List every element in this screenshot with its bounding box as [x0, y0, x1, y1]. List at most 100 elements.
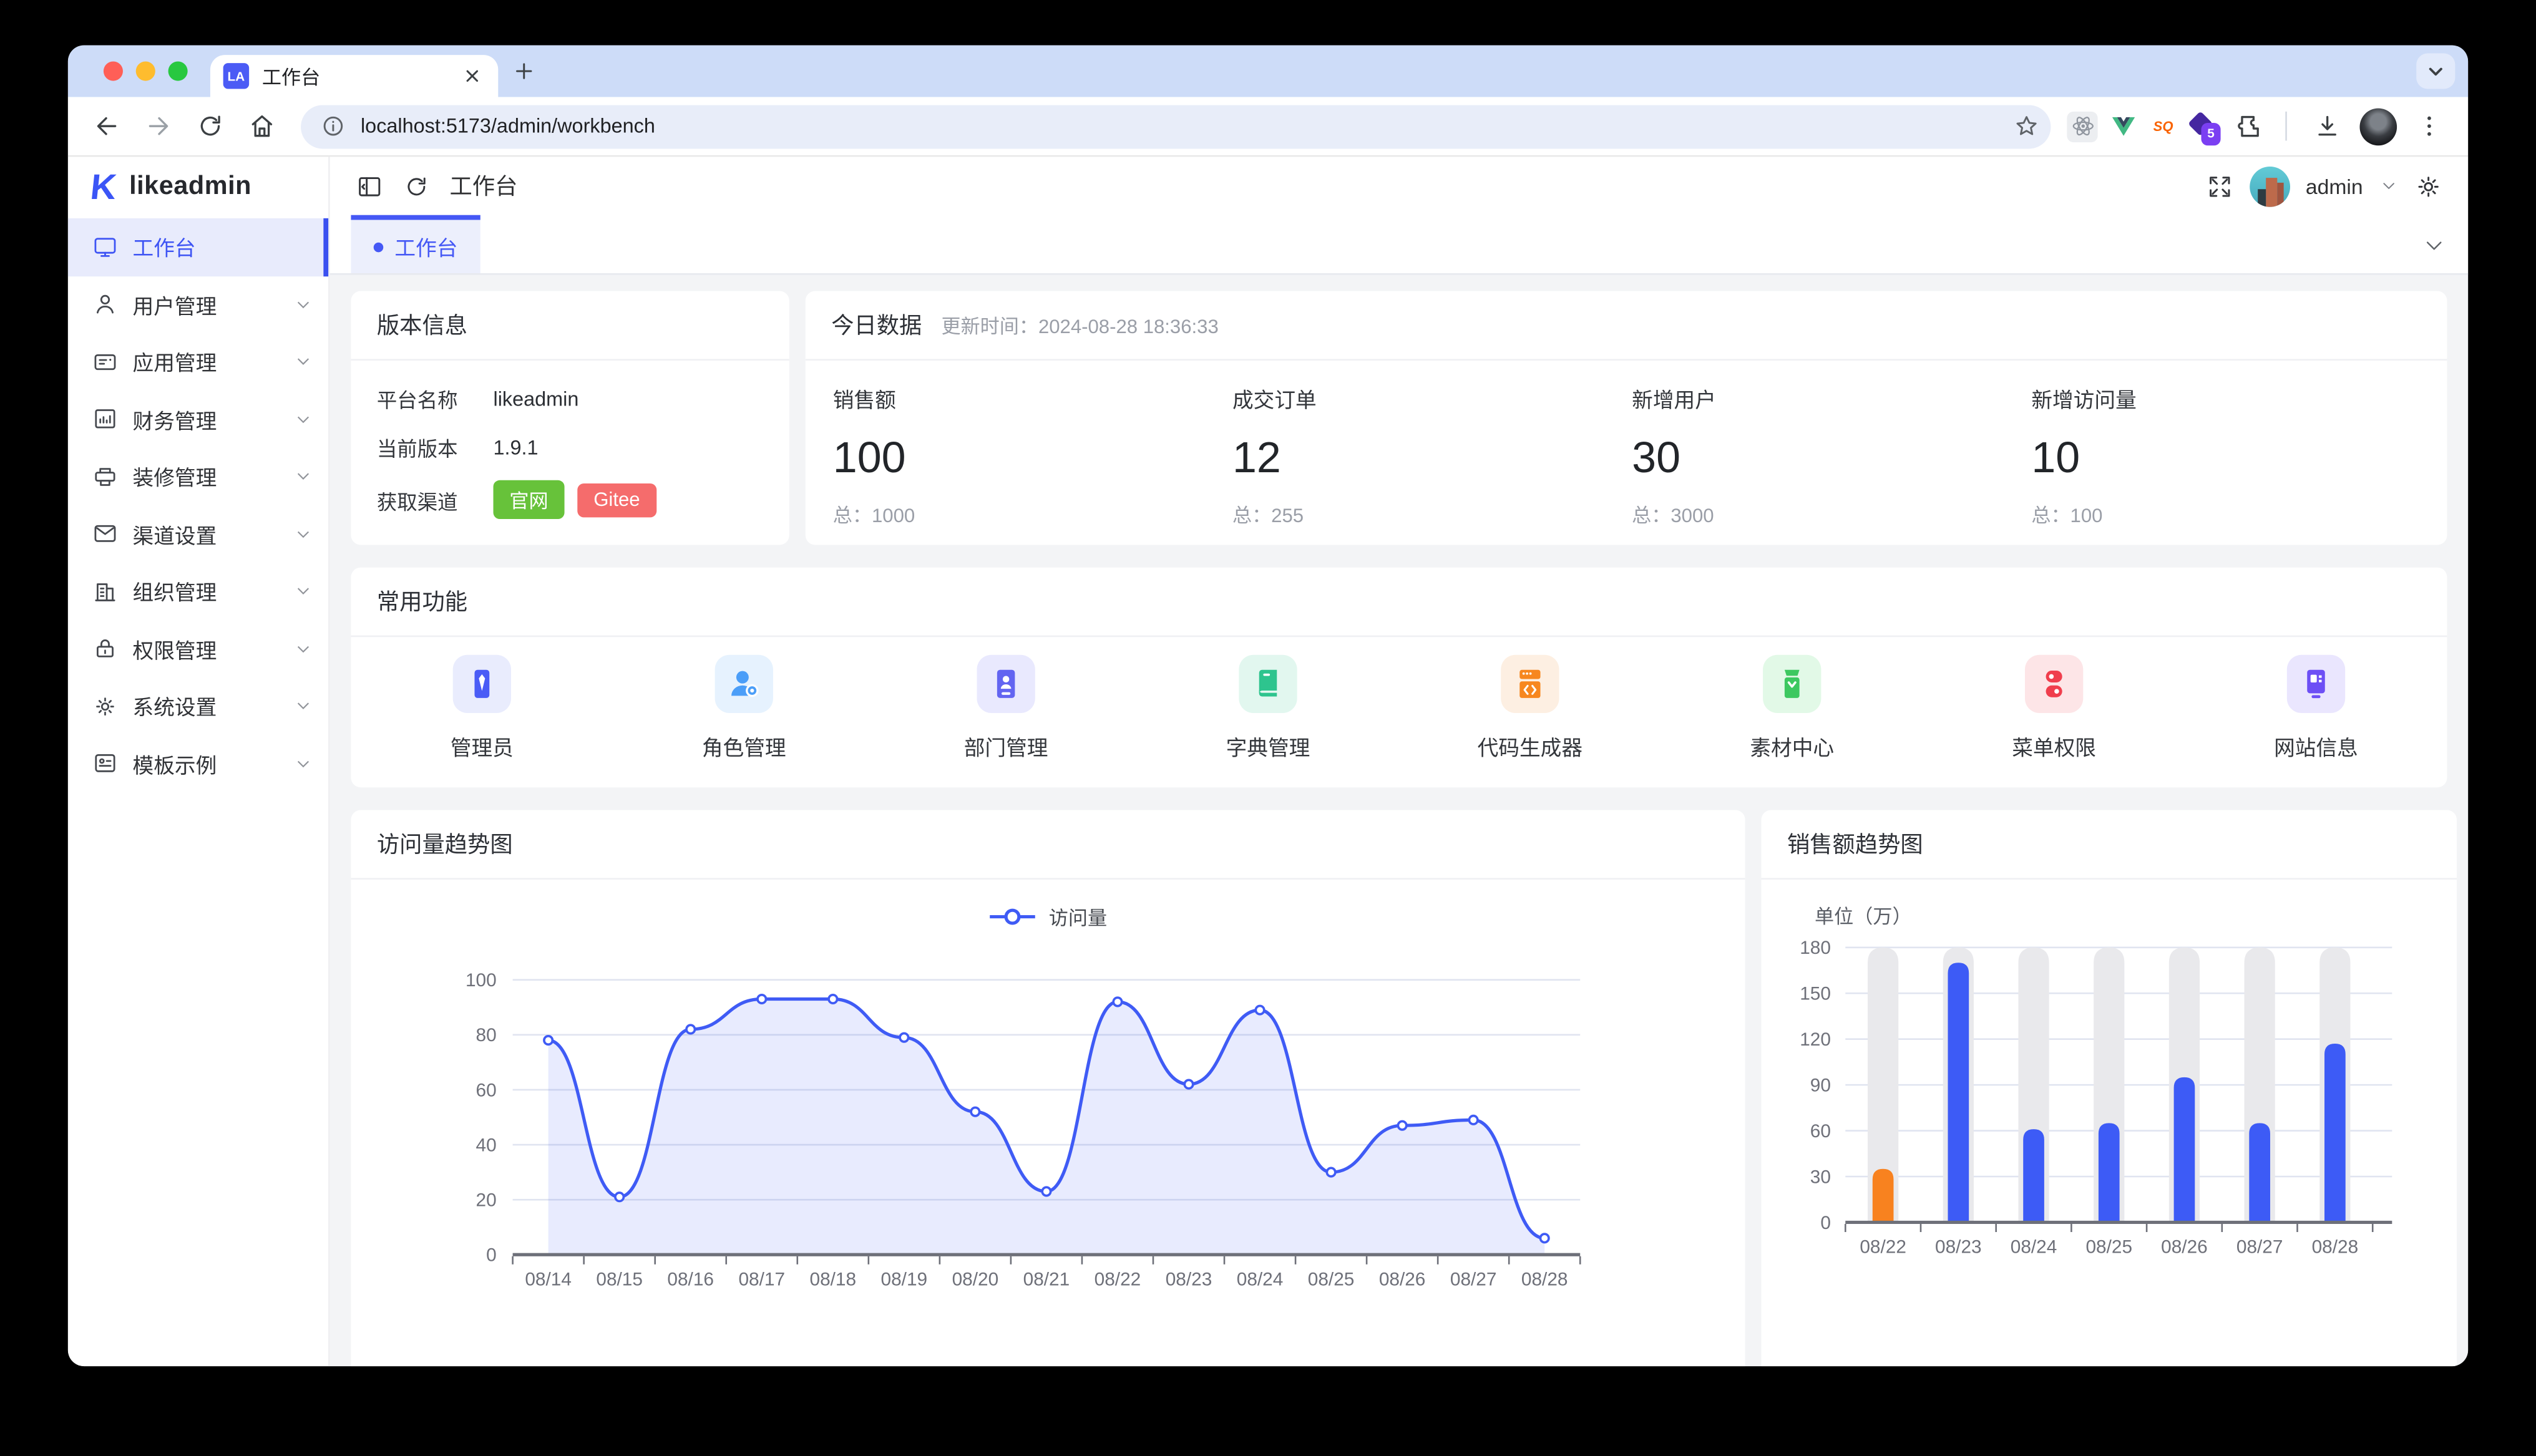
chevron-down-icon	[295, 296, 313, 314]
vue-devtools-icon[interactable]	[2107, 111, 2138, 142]
close-window-button[interactable]	[104, 61, 123, 80]
svg-text:08/19: 08/19	[881, 1269, 928, 1290]
quick-item-label: 字典管理	[1226, 731, 1310, 762]
quick-items: 管理员角色管理 部门管理字典管理 代码生成器素材中心菜单权限网站信息	[351, 637, 2447, 762]
quick-item-code[interactable]: 代码生成器	[1399, 655, 1661, 762]
quick-item-material[interactable]: 素材中心	[1661, 655, 1923, 762]
settings-gear-icon[interactable]	[2415, 172, 2442, 200]
stat-total: 总：100	[2031, 501, 2431, 528]
route-tab-workbench[interactable]: 工作台	[351, 215, 480, 273]
back-button[interactable]	[84, 104, 130, 149]
svg-text:08/27: 08/27	[2236, 1237, 2283, 1258]
zoom-window-button[interactable]	[168, 61, 188, 80]
code-icon	[1501, 655, 1559, 713]
svg-text:08/15: 08/15	[596, 1269, 643, 1290]
user-menu-chevron-icon[interactable]	[2379, 177, 2399, 196]
refresh-page-icon[interactable]	[402, 172, 430, 200]
svg-text:08/26: 08/26	[2161, 1237, 2208, 1258]
reload-button[interactable]	[188, 104, 233, 149]
sidebar-item-channel[interactable]: 渠道设置	[68, 505, 328, 563]
sales-trend-card: 销售额趋势图 单位（万） 030609012015018008/2208/230…	[1762, 810, 2457, 1367]
sidebar-item-label: 应用管理	[133, 346, 295, 377]
new-tab-button[interactable]	[511, 58, 537, 84]
site-info-icon[interactable]	[320, 113, 346, 138]
workbench-content: 版本信息 平台名称likeadmin当前版本1.9.1获取渠道官网Gitee 今…	[330, 275, 2468, 1366]
toolbar-divider	[2285, 112, 2287, 141]
app-logo[interactable]: K likeadmin	[68, 157, 328, 218]
svg-text:08/16: 08/16	[667, 1269, 714, 1290]
quick-item-label: 角色管理	[702, 731, 786, 762]
svg-text:90: 90	[1810, 1075, 1831, 1095]
svg-text:08/28: 08/28	[1521, 1269, 1568, 1290]
screenshot-stage: LA 工作台 localhost:5173/admin/workbench	[0, 0, 2536, 1456]
stat-销售额: 销售额100总：1000	[833, 383, 1232, 528]
sidebar-item-users[interactable]: 用户管理	[68, 276, 328, 333]
svg-text:08/21: 08/21	[1023, 1269, 1070, 1290]
svg-text:08/22: 08/22	[1095, 1269, 1141, 1290]
collapse-sidebar-icon[interactable]	[356, 172, 383, 200]
main-area: 工作台 admin 工作台	[330, 157, 2468, 1366]
sidebar-item-label: 渠道设置	[133, 518, 295, 549]
svg-text:08/27: 08/27	[1450, 1269, 1497, 1290]
chevron-down-icon	[295, 583, 313, 601]
gem-extension-icon[interactable]: 5	[2188, 111, 2219, 142]
username[interactable]: admin	[2306, 174, 2363, 198]
minimize-window-button[interactable]	[136, 61, 155, 80]
today-stats: 销售额100总：1000成交订单12总：255新增用户30总：3000新增访问量…	[806, 361, 2447, 529]
svg-text:08/22: 08/22	[1860, 1237, 1906, 1258]
tab-title: 工作台	[262, 62, 459, 90]
line-chart-legend[interactable]: 访问量	[351, 901, 1745, 933]
quick-item-dict[interactable]: 字典管理	[1137, 655, 1399, 762]
close-tab-icon[interactable]	[459, 63, 485, 89]
browser-tab[interactable]: LA 工作台	[210, 55, 498, 97]
svg-text:08/23: 08/23	[1166, 1269, 1212, 1290]
svg-text:40: 40	[476, 1135, 497, 1155]
sidebar-item-finance[interactable]: 财务管理	[68, 391, 328, 448]
svg-text:08/24: 08/24	[2011, 1237, 2057, 1258]
bookmark-star-icon[interactable]	[2012, 112, 2041, 141]
sidebar-item-auth[interactable]: 权限管理	[68, 620, 328, 677]
home-button[interactable]	[240, 104, 285, 149]
web-icon	[2287, 655, 2345, 713]
extensions-row: SQ 5	[2067, 104, 2452, 149]
printer-icon	[92, 463, 118, 489]
line-chart-title: 访问量趋势图	[351, 810, 1745, 880]
fullscreen-icon[interactable]	[2205, 172, 2233, 200]
chart-icon	[92, 406, 118, 432]
svg-text:30: 30	[1810, 1167, 1831, 1187]
version-row: 平台名称likeadmin	[377, 383, 763, 414]
quick-item-web[interactable]: 网站信息	[2185, 655, 2447, 762]
sidebar-item-workbench[interactable]: 工作台	[68, 218, 328, 276]
downloads-button[interactable]	[2304, 104, 2350, 149]
sidebar-item-label: 组织管理	[133, 576, 295, 606]
user-avatar[interactable]	[2249, 166, 2290, 206]
tabs-dropdown-chevron-icon[interactable]	[2423, 235, 2446, 257]
browser-profile-avatar[interactable]	[2359, 107, 2397, 145]
address-bar[interactable]: localhost:5173/admin/workbench	[301, 104, 2051, 148]
mail-icon	[92, 521, 118, 546]
sidebar-item-apps[interactable]: 应用管理	[68, 333, 328, 391]
sidebar-item-decorate[interactable]: 装修管理	[68, 448, 328, 505]
version-row: 当前版本1.9.1	[377, 432, 763, 462]
quick-item-role[interactable]: 角色管理	[613, 655, 875, 762]
forward-button[interactable]	[136, 104, 182, 149]
sidebar-item-template[interactable]: 模板示例	[68, 735, 328, 792]
stat-成交订单: 成交订单12总：255	[1232, 383, 1632, 528]
browser-menu-button[interactable]	[2407, 104, 2452, 149]
svg-text:08/25: 08/25	[2085, 1237, 2132, 1258]
channel-button-Gitee[interactable]: Gitee	[577, 483, 656, 517]
sidebar-item-org[interactable]: 组织管理	[68, 563, 328, 620]
react-devtools-icon[interactable]	[2067, 111, 2097, 142]
appcard-icon	[92, 349, 118, 374]
quick-item-admin[interactable]: 管理员	[351, 655, 613, 762]
channel-button-官网[interactable]: 官网	[494, 480, 565, 519]
tab-search-button[interactable]	[2416, 54, 2455, 89]
sidebar-item-system[interactable]: 系统设置	[68, 677, 328, 735]
sq-extension-icon[interactable]: SQ	[2148, 111, 2178, 142]
stat-value: 30	[1632, 434, 2031, 483]
extensions-puzzle-icon[interactable]	[2229, 104, 2268, 149]
quick-item-dept[interactable]: 部门管理	[875, 655, 1137, 762]
svg-text:08/14: 08/14	[525, 1269, 572, 1290]
sidebar-item-label: 财务管理	[133, 404, 295, 434]
quick-item-menu[interactable]: 菜单权限	[1923, 655, 2185, 762]
